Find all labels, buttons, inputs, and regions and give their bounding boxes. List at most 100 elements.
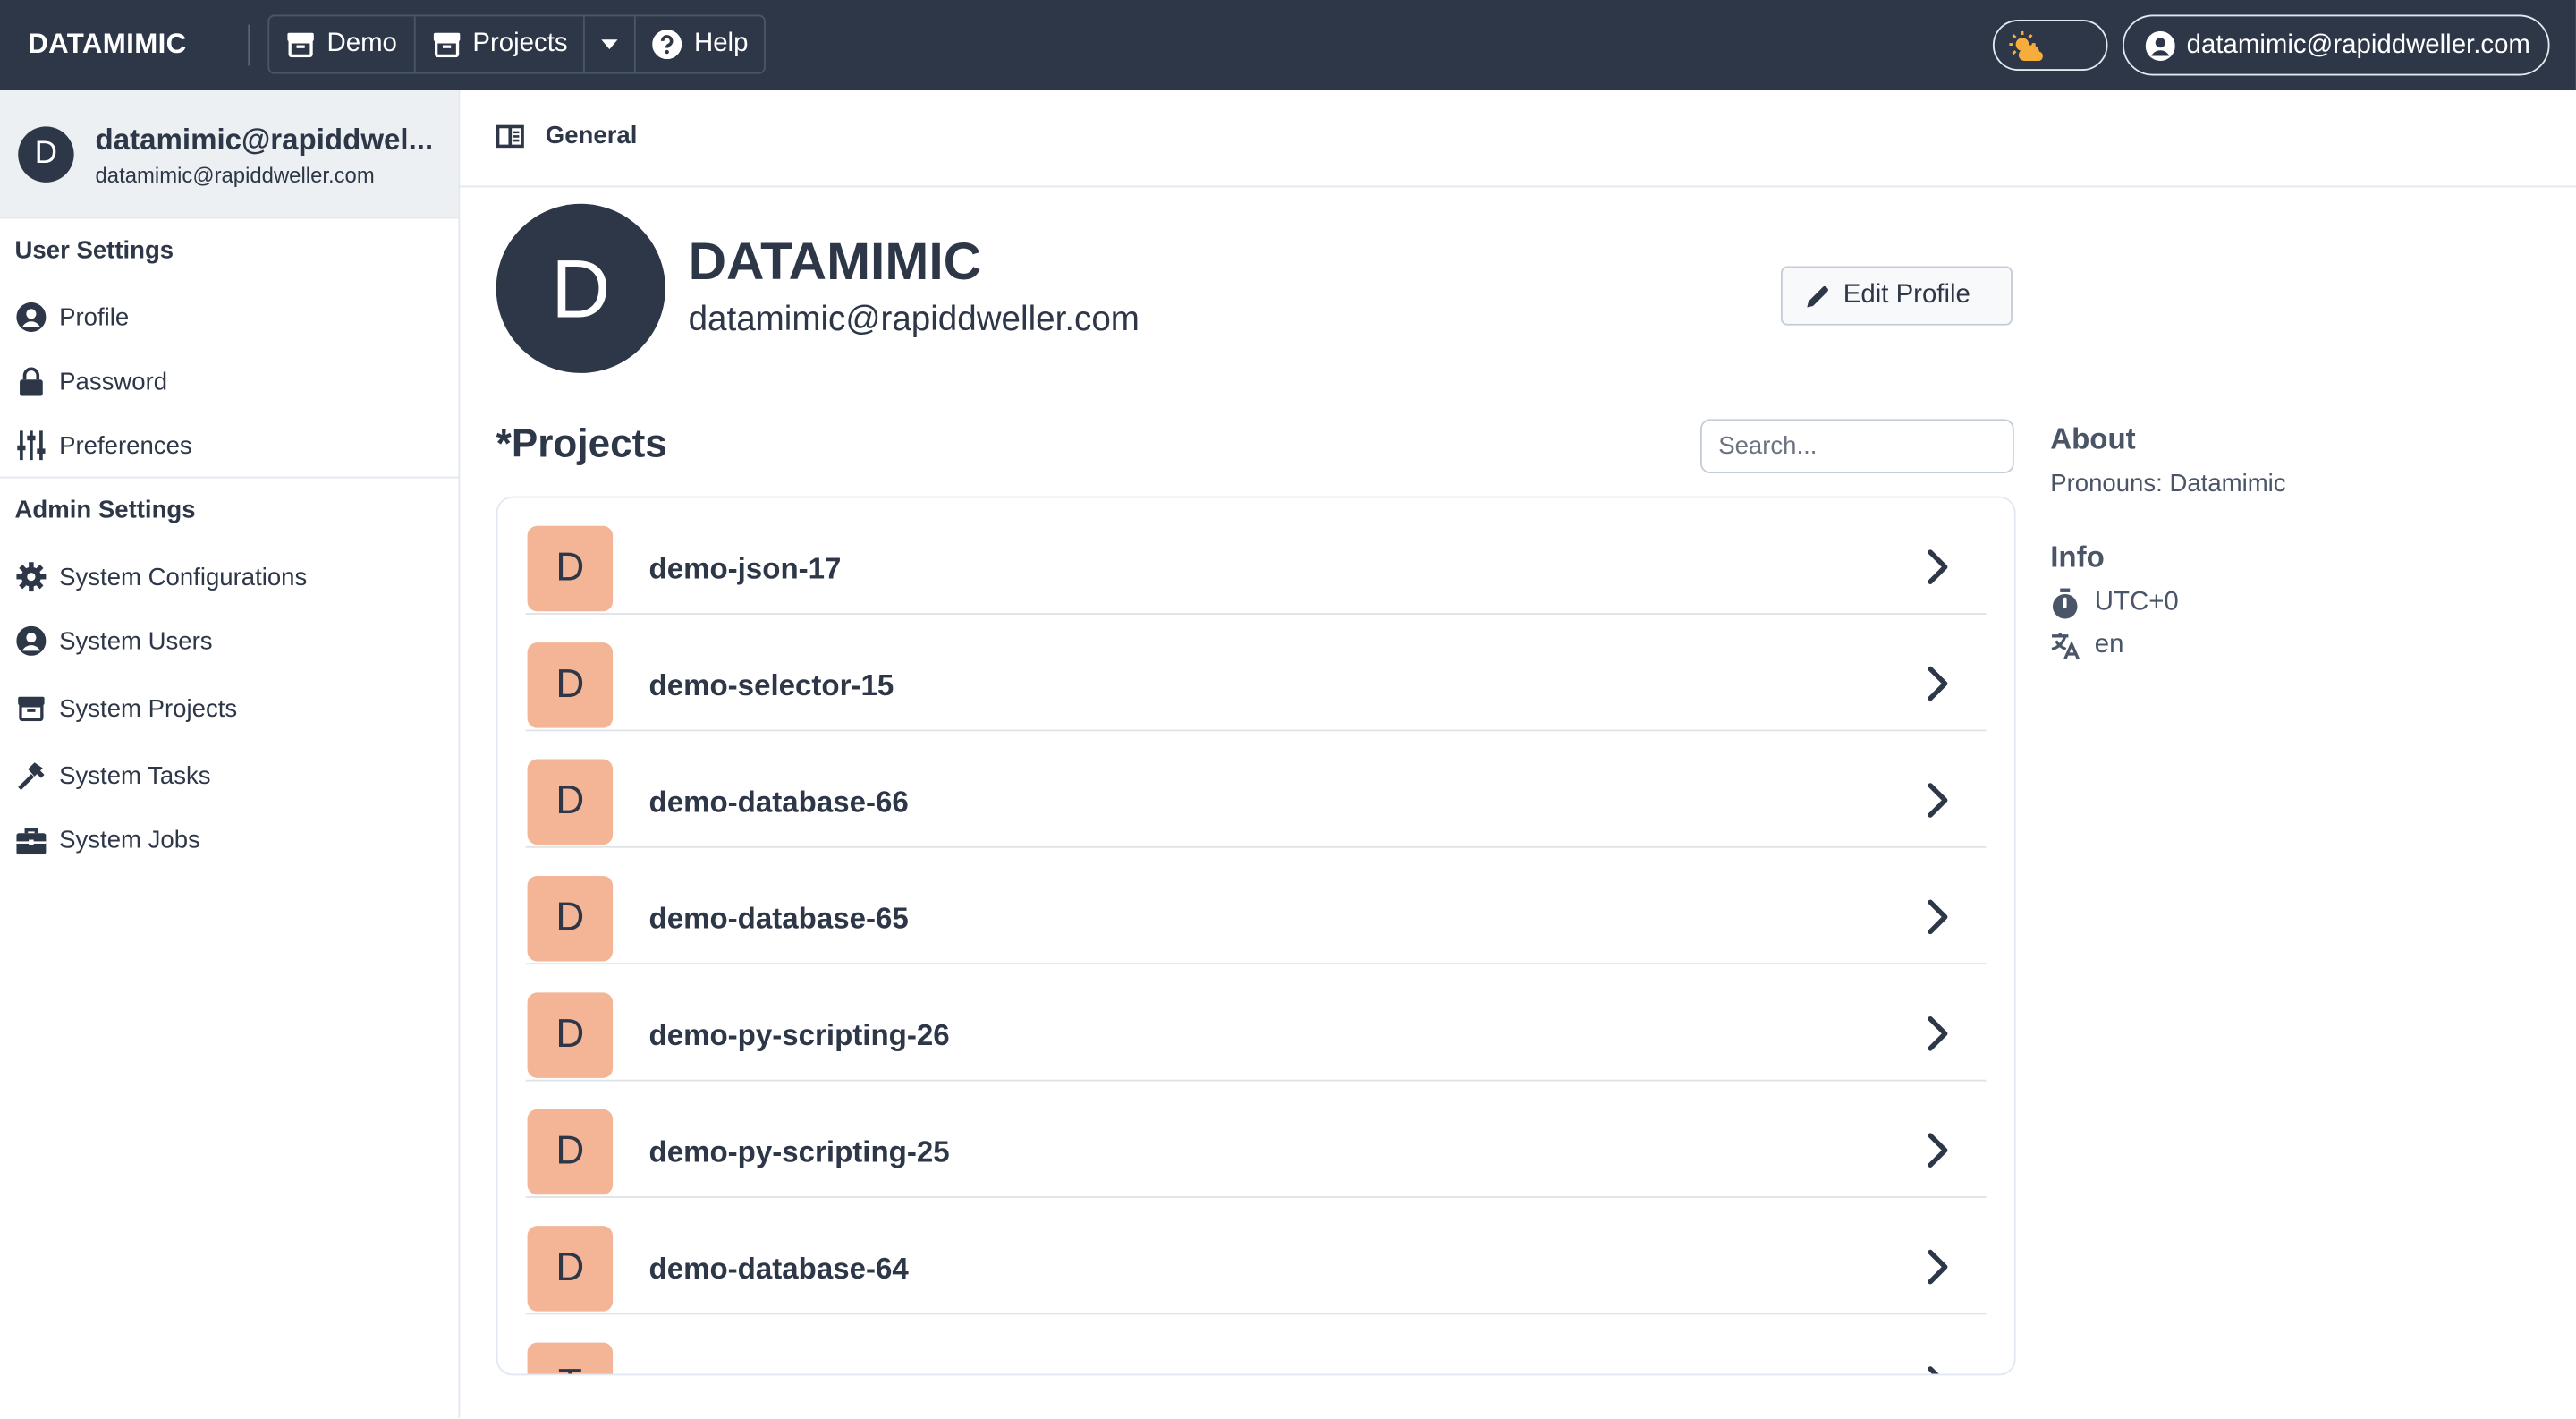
nav-button-group: Demo Projects Help: [267, 14, 767, 74]
profile-name: DATAMIMIC: [688, 231, 982, 292]
sidebar-item-system-projects[interactable]: System Projects: [0, 684, 458, 733]
nav-demo-button[interactable]: Demo: [269, 16, 416, 72]
sidebar-item-password[interactable]: Password: [0, 357, 458, 406]
sidebar-user-email: datamimic@rapiddweller.com: [95, 162, 375, 188]
user-circle-icon: [16, 302, 47, 333]
user-circle-icon: [16, 625, 47, 656]
info-heading: Info: [2050, 540, 2105, 574]
chevron-right-icon: [1928, 666, 1948, 701]
book-icon: [496, 124, 524, 149]
sliders-icon: [17, 430, 46, 461]
edit-profile-button[interactable]: Edit Profile: [1780, 266, 2012, 326]
theme-toggle[interactable]: [1992, 20, 2108, 71]
profile-avatar: D: [496, 203, 665, 373]
briefcase-icon: [16, 827, 47, 854]
list-item[interactable]: D demo-database-64: [525, 1198, 1987, 1315]
sidebar-user-card: D datamimic@rapiddwel... datamimic@rapid…: [0, 90, 459, 219]
question-circle-icon: [653, 30, 683, 60]
project-name: demo-database-66: [648, 785, 909, 819]
top-navbar: DATAMIMIC Demo Projects Help datamimic@r…: [0, 0, 2576, 91]
sidebar-item-system-configurations[interactable]: System Configurations: [0, 552, 458, 601]
edit-profile-label: Edit Profile: [1843, 281, 1970, 310]
archive-icon: [433, 32, 460, 58]
chevron-right-icon: [1928, 549, 1948, 584]
settings-sidebar: D datamimic@rapiddwel... datamimic@rapid…: [0, 90, 461, 1419]
project-name: demo-py-scripting-25: [648, 1135, 950, 1168]
user-menu-button[interactable]: datamimic@rapiddweller.com: [2123, 14, 2550, 76]
project-name: demo-py-scripting-26: [648, 1018, 950, 1052]
archive-icon: [18, 696, 45, 722]
language-row: en: [2050, 629, 2123, 662]
project-avatar: D: [527, 642, 614, 728]
nav-projects-label: Projects: [472, 30, 568, 58]
list-item[interactable]: D demo-py-scripting-26: [525, 964, 1987, 1082]
project-avatar: T: [527, 1342, 614, 1374]
project-avatar: D: [527, 875, 614, 962]
sidebar-item-preferences[interactable]: Preferences: [0, 421, 458, 470]
project-search-input[interactable]: [1699, 419, 2014, 473]
nav-help-button[interactable]: Help: [637, 16, 765, 72]
chevron-right-icon: [1928, 1366, 1939, 1374]
user-menu-label: datamimic@rapiddweller.com: [2186, 30, 2530, 59]
nav-projects-button[interactable]: Projects: [415, 16, 586, 72]
sidebar-item-system-users[interactable]: System Users: [0, 616, 458, 666]
language-icon: [2051, 633, 2080, 660]
project-avatar: D: [527, 525, 614, 612]
list-item[interactable]: T: [526, 1314, 1987, 1374]
projects-title: *Projects: [496, 422, 667, 467]
sidebar-item-label: System Projects: [59, 694, 238, 723]
about-heading: About: [2050, 422, 2136, 455]
nav-projects-dropdown[interactable]: [586, 16, 637, 72]
project-name: demo-json-17: [648, 552, 842, 585]
sidebar-item-label: System Tasks: [59, 761, 211, 790]
chevron-right-icon: [1928, 783, 1948, 818]
project-avatar: D: [527, 759, 614, 845]
profile-email: datamimic@rapiddweller.com: [688, 301, 1140, 339]
project-avatar: D: [527, 1109, 614, 1195]
sidebar-item-profile[interactable]: Profile: [0, 293, 458, 342]
list-item[interactable]: D demo-database-66: [525, 731, 1987, 848]
gear-icon: [16, 562, 47, 592]
project-name: demo-database-65: [648, 902, 909, 936]
chevron-right-icon: [1928, 899, 1948, 935]
project-avatar: D: [527, 1226, 614, 1312]
project-list: D demo-json-17 D demo-selector-15 D demo…: [496, 496, 2016, 1376]
sidebar-item-label: System Jobs: [59, 825, 200, 854]
sidebar-item-label: Password: [59, 367, 168, 395]
list-item[interactable]: D demo-py-scripting-25: [525, 1082, 1987, 1198]
chevron-right-icon: [1928, 1133, 1948, 1168]
user-settings-heading: User Settings: [14, 236, 174, 265]
page-title: General: [545, 121, 638, 150]
sidebar-item-label: Profile: [59, 302, 130, 332]
nav-demo-label: Demo: [326, 30, 397, 58]
timezone-value: UTC+0: [2094, 588, 2179, 616]
page-header: General: [460, 90, 2576, 188]
sidebar-user-name: datamimic@rapiddwel...: [95, 123, 434, 157]
user-circle-icon: [2145, 30, 2175, 61]
sun-cloud-icon: [2009, 30, 2043, 61]
admin-settings-heading: Admin Settings: [14, 496, 196, 524]
chevron-right-icon: [1928, 1249, 1948, 1285]
pencil-icon: [1807, 285, 1828, 307]
list-item[interactable]: D demo-json-17: [525, 498, 1987, 615]
sidebar-item-label: System Configurations: [59, 563, 308, 591]
pronouns-text: Pronouns: Datamimic: [2050, 470, 2286, 498]
sidebar-item-label: Preferences: [59, 431, 192, 460]
stopwatch-icon: [2052, 587, 2078, 618]
sidebar-item-system-jobs[interactable]: System Jobs: [0, 815, 458, 864]
sidebar-item-system-tasks[interactable]: System Tasks: [0, 751, 458, 800]
app-logo[interactable]: DATAMIMIC: [28, 28, 186, 61]
sidebar-item-label: System Users: [59, 626, 213, 655]
list-item[interactable]: D demo-selector-15: [525, 615, 1987, 732]
language-value: en: [2094, 631, 2124, 659]
project-name: demo-database-64: [648, 1252, 909, 1286]
project-name: demo-selector-15: [648, 668, 894, 702]
timezone-row: UTC+0: [2050, 587, 2179, 620]
list-item[interactable]: D demo-database-65: [525, 848, 1987, 965]
sidebar-divider: [0, 476, 459, 479]
chevron-right-icon: [1928, 1015, 1948, 1051]
hammer-icon: [18, 762, 45, 791]
nav-help-label: Help: [693, 30, 749, 58]
lock-icon: [20, 367, 43, 396]
nav-divider: [248, 24, 250, 66]
